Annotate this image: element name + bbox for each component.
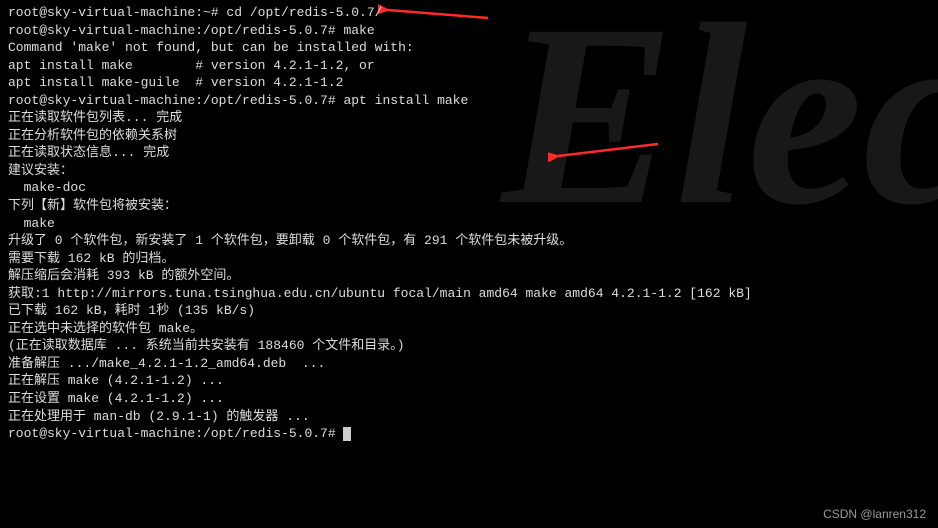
terminal-line-newpkg: 下列【新】软件包将被安装：	[8, 197, 930, 215]
terminal-line-selecting: 正在选中未选择的软件包 make。	[8, 320, 930, 338]
terminal-line-setup: 正在设置 make (4.2.1-1.2) ...	[8, 390, 930, 408]
terminal-line-apt2: apt install make-guile # version 4.2.1-1…	[8, 74, 930, 92]
terminal-prompt-current[interactable]: root@sky-virtual-machine:/opt/redis-5.0.…	[8, 425, 930, 443]
terminal-line-unpack: 正在解压 make (4.2.1-1.2) ...	[8, 372, 930, 390]
csdn-watermark: CSDN @lanren312	[823, 506, 926, 522]
terminal-line-make2: make	[8, 215, 930, 233]
terminal-line-deptree: 正在分析软件包的依赖关系树	[8, 127, 930, 145]
terminal-line-make: root@sky-virtual-machine:/opt/redis-5.0.…	[8, 22, 930, 40]
terminal-line-downloaded: 已下载 162 kB，耗时 1秒 (135 kB/s)	[8, 302, 930, 320]
terminal-line-upgrade: 升级了 0 个软件包，新安装了 1 个软件包，要卸载 0 个软件包，有 291 …	[8, 232, 930, 250]
terminal-line-download: 需要下载 162 kB 的归档。	[8, 250, 930, 268]
terminal-line-notfound: Command 'make' not found, but can be ins…	[8, 39, 930, 57]
terminal-output: root@sky-virtual-machine:~# cd /opt/redi…	[8, 4, 930, 443]
terminal-line-reading: 正在读取软件包列表... 完成	[8, 109, 930, 127]
terminal-line-aptinstall: root@sky-virtual-machine:/opt/redis-5.0.…	[8, 92, 930, 110]
terminal-line-suggest: 建议安装：	[8, 162, 930, 180]
terminal-line-extract: 解压缩后会消耗 393 kB 的额外空间。	[8, 267, 930, 285]
cursor-icon	[343, 427, 351, 441]
terminal-line-cd: root@sky-virtual-machine:~# cd /opt/redi…	[8, 4, 930, 22]
terminal-line-db: (正在读取数据库 ... 系统当前共安装有 188460 个文件和目录。)	[8, 337, 930, 355]
terminal-line-get: 获取:1 http://mirrors.tuna.tsinghua.edu.cn…	[8, 285, 930, 303]
terminal-line-prepare: 准备解压 .../make_4.2.1-1.2_amd64.deb ...	[8, 355, 930, 373]
terminal-line-apt1: apt install make # version 4.2.1-1.2, or	[8, 57, 930, 75]
terminal-line-makedoc: make-doc	[8, 179, 930, 197]
terminal-line-trigger: 正在处理用于 man-db (2.9.1-1) 的触发器 ...	[8, 408, 930, 426]
terminal-line-state: 正在读取状态信息... 完成	[8, 144, 930, 162]
